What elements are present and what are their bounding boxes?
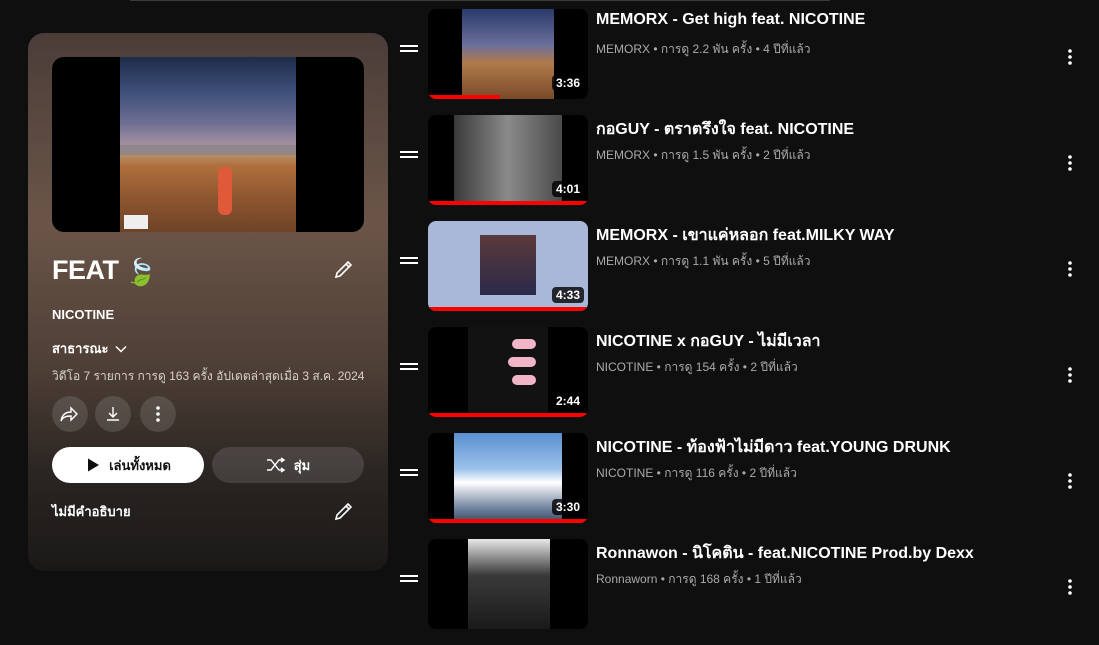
drag-handle-icon[interactable] bbox=[400, 151, 418, 163]
edit-title-button[interactable] bbox=[332, 257, 356, 281]
video-meta: Ronnaworn • การดู 168 ครั้ง • 1 ปีที่แล้… bbox=[596, 572, 802, 586]
privacy-label: สาธารณะ bbox=[52, 341, 109, 356]
pencil-icon bbox=[334, 502, 353, 521]
playlist-cover[interactable] bbox=[52, 57, 364, 232]
shuffle-label: สุ่ม bbox=[293, 457, 311, 473]
video-item[interactable]: 2:44 NICOTINE x กอGUY - ไม่มีเวลา NICOTI… bbox=[400, 327, 1099, 433]
play-all-label: เล่นทั้งหมด bbox=[109, 457, 171, 473]
privacy-dropdown[interactable]: สาธารณะ bbox=[52, 338, 129, 359]
video-duration: 4:01 bbox=[551, 181, 584, 197]
video-menu-button[interactable] bbox=[1058, 45, 1082, 69]
video-title[interactable]: กอGUY - ตราตรึงใจ feat. NICOTINE bbox=[596, 117, 854, 142]
video-meta: MEMORX • การดู 1.5 พัน ครั้ง • 2 ปีที่แล… bbox=[596, 148, 811, 162]
shuffle-button[interactable]: สุ่ม bbox=[212, 447, 364, 483]
video-meta: MEMORX • การดู 1.1 พัน ครั้ง • 5 ปีที่แล… bbox=[596, 254, 811, 268]
more-vert-icon bbox=[1068, 367, 1072, 383]
video-title[interactable]: NICOTINE - ท้องฟ้าไม่มีดาว feat.YOUNG DR… bbox=[596, 435, 951, 460]
video-item[interactable]: Ronnawon - นิโคติน - feat.NICOTINE Prod.… bbox=[400, 539, 1099, 645]
video-menu-button[interactable] bbox=[1058, 257, 1082, 281]
drag-handle-icon[interactable] bbox=[400, 257, 418, 269]
video-title[interactable]: MEMORX - เขาแค่หลอก feat.MILKY WAY bbox=[596, 223, 895, 248]
playlist-owner[interactable]: NICOTINE bbox=[52, 307, 114, 322]
video-title[interactable]: MEMORX - Get high feat. NICOTINE bbox=[596, 11, 865, 29]
more-vert-icon bbox=[1068, 261, 1072, 277]
watch-progress-bar bbox=[428, 307, 588, 311]
chevron-down-icon bbox=[114, 345, 127, 353]
video-thumbnail[interactable]: 4:01 bbox=[428, 115, 588, 205]
video-meta: NICOTINE • การดู 116 ครั้ง • 2 ปีที่แล้ว bbox=[596, 466, 797, 480]
playlist-stats: วิดีโอ 7 รายการ การดู 163 ครั้ง อัปเดตล่… bbox=[52, 369, 365, 383]
video-item[interactable]: 3:30 NICOTINE - ท้องฟ้าไม่มีดาว feat.YOU… bbox=[400, 433, 1099, 539]
download-button[interactable] bbox=[95, 396, 131, 432]
drag-handle-icon[interactable] bbox=[400, 469, 418, 481]
video-title[interactable]: NICOTINE x กอGUY - ไม่มีเวลา bbox=[596, 329, 821, 354]
video-menu-button[interactable] bbox=[1058, 363, 1082, 387]
more-vert-icon bbox=[1068, 155, 1072, 171]
video-item[interactable]: 4:01 กอGUY - ตราตรึงใจ feat. NICOTINE ME… bbox=[400, 115, 1099, 221]
more-vert-icon bbox=[1068, 49, 1072, 65]
more-vert-icon bbox=[156, 406, 160, 422]
video-duration: 3:30 bbox=[551, 499, 584, 515]
leaf-emoji: 🍃 bbox=[124, 257, 157, 287]
top-divider bbox=[130, 0, 830, 1]
drag-handle-icon[interactable] bbox=[400, 45, 418, 57]
cover-artwork bbox=[120, 57, 296, 232]
playlist-header-panel: FEAT 🍃 NICOTINE สาธารณะ วิดีโอ 7 รายการ ก… bbox=[28, 33, 388, 571]
watch-progress-bar bbox=[428, 95, 500, 99]
watch-progress-bar bbox=[428, 201, 588, 205]
video-thumbnail[interactable]: 3:36 bbox=[428, 9, 588, 99]
watch-progress-bar bbox=[428, 413, 588, 417]
share-icon bbox=[60, 406, 78, 422]
video-menu-button[interactable] bbox=[1058, 151, 1082, 175]
shuffle-icon bbox=[266, 457, 285, 473]
drag-handle-icon[interactable] bbox=[400, 363, 418, 375]
video-thumbnail[interactable]: 3:30 bbox=[428, 433, 588, 523]
share-button[interactable] bbox=[52, 396, 88, 432]
video-duration: 4:33 bbox=[551, 287, 584, 303]
video-title[interactable]: Ronnawon - นิโคติน - feat.NICOTINE Prod.… bbox=[596, 541, 974, 566]
video-item[interactable]: 3:36 MEMORX - Get high feat. NICOTINE ME… bbox=[400, 9, 1099, 115]
video-thumbnail[interactable] bbox=[428, 539, 588, 629]
video-thumbnail[interactable]: 4:33 bbox=[428, 221, 588, 311]
pencil-icon bbox=[334, 260, 353, 279]
more-vert-icon bbox=[1068, 579, 1072, 595]
watch-progress-bar bbox=[428, 519, 588, 523]
drag-handle-icon[interactable] bbox=[400, 575, 418, 587]
video-meta: MEMORX • การดู 2.2 พัน ครั้ง • 4 ปีที่แล… bbox=[596, 42, 811, 56]
play-icon bbox=[88, 458, 100, 472]
playlist-title: FEAT 🍃 bbox=[52, 255, 157, 287]
edit-description-button[interactable] bbox=[332, 499, 356, 523]
more-vert-icon bbox=[1068, 473, 1072, 489]
video-thumbnail[interactable]: 2:44 bbox=[428, 327, 588, 417]
video-menu-button[interactable] bbox=[1058, 469, 1082, 493]
video-duration: 2:44 bbox=[551, 393, 584, 409]
play-all-button[interactable]: เล่นทั้งหมด bbox=[52, 447, 204, 483]
video-item[interactable]: 4:33 MEMORX - เขาแค่หลอก feat.MILKY WAY … bbox=[400, 221, 1099, 327]
video-duration: 3:36 bbox=[551, 75, 584, 91]
more-options-button[interactable] bbox=[140, 396, 176, 432]
download-icon bbox=[107, 407, 119, 421]
playlist-description: ไม่มีคำอธิบาย bbox=[52, 504, 131, 519]
video-menu-button[interactable] bbox=[1058, 575, 1082, 599]
video-meta: NICOTINE • การดู 154 ครั้ง • 2 ปีที่แล้ว bbox=[596, 360, 798, 374]
